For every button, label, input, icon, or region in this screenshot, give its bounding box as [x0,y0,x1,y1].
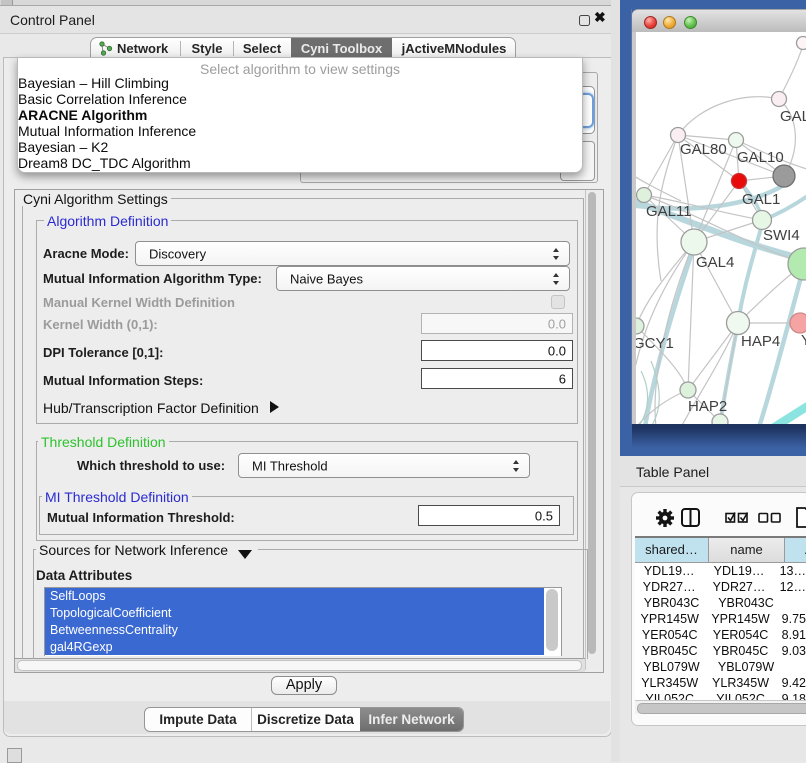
svg-text:YEL: YEL [801,332,806,349]
svg-text:GCY1: GCY1 [636,335,674,352]
svg-text:HAP2: HAP2 [688,398,727,415]
svg-text:GAL11: GAL11 [646,203,692,220]
svg-text:GAL10: GAL10 [737,149,784,166]
svg-text:GAL1: GAL1 [742,191,780,208]
svg-text:GAL4: GAL4 [696,254,734,271]
svg-text:HAP4: HAP4 [741,333,780,350]
svg-text:SWI4: SWI4 [763,227,800,244]
svg-text:GAL80: GAL80 [680,141,727,158]
svg-text:GAL2: GAL2 [780,108,806,125]
